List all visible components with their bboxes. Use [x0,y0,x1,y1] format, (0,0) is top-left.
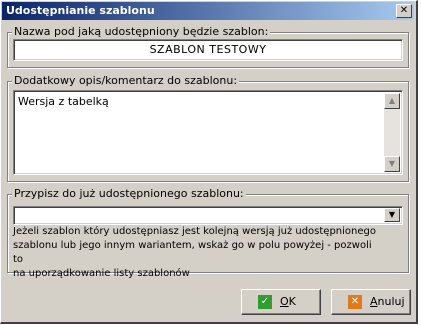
ok-button[interactable]: ✓ OK [241,289,321,315]
cancel-button[interactable]: ✕ Anuluj [331,289,411,315]
assign-hint-text: Jeżeli szablon który udostępniasz jest k… [13,226,376,279]
chevron-down-icon: ▼ [388,210,396,219]
description-group-legend: Dodatkowy opis/komentarz do szablonu: [12,74,240,87]
description-value: Wersja z tabelką [18,95,109,108]
description-textarea[interactable]: Wersja z tabelką ▲ ▼ [13,90,403,175]
close-icon: ✕ [399,5,409,16]
description-group: Dodatkowy opis/komentarz do szablonu: We… [7,74,409,182]
assign-group-legend: Przypisz do już udostępnionego szablonu: [12,187,246,200]
scroll-down-button[interactable]: ▼ [384,156,400,172]
name-group-legend: Nazwa pod jaką udostępniony będzie szabl… [12,25,271,38]
description-scrollbar[interactable]: ▲ ▼ [384,93,400,172]
dropdown-button[interactable]: ▼ [384,208,400,222]
template-name-input[interactable]: SZABLON TESTOWY [13,39,403,61]
title-bar[interactable]: Udostępnianie szablonu ✕ [2,2,414,20]
window-title: Udostępnianie szablonu [6,4,155,17]
cancel-button-label: Anuluj [370,295,405,308]
arrow-down-icon: ▼ [388,159,396,168]
ok-button-label: OK [280,295,296,308]
existing-template-select[interactable]: ▼ [13,206,403,225]
check-icon: ✓ [258,295,272,309]
cross-icon: ✕ [348,295,362,309]
dialog-window: Udostępnianie szablonu ✕ Nazwa pod jaką … [0,0,418,324]
close-button[interactable]: ✕ [396,4,412,18]
template-name-value: SZABLON TESTOWY [149,43,267,56]
scroll-up-button[interactable]: ▲ [384,93,400,109]
name-group: Nazwa pod jaką udostępniony będzie szabl… [7,25,409,68]
arrow-up-icon: ▲ [388,96,396,105]
